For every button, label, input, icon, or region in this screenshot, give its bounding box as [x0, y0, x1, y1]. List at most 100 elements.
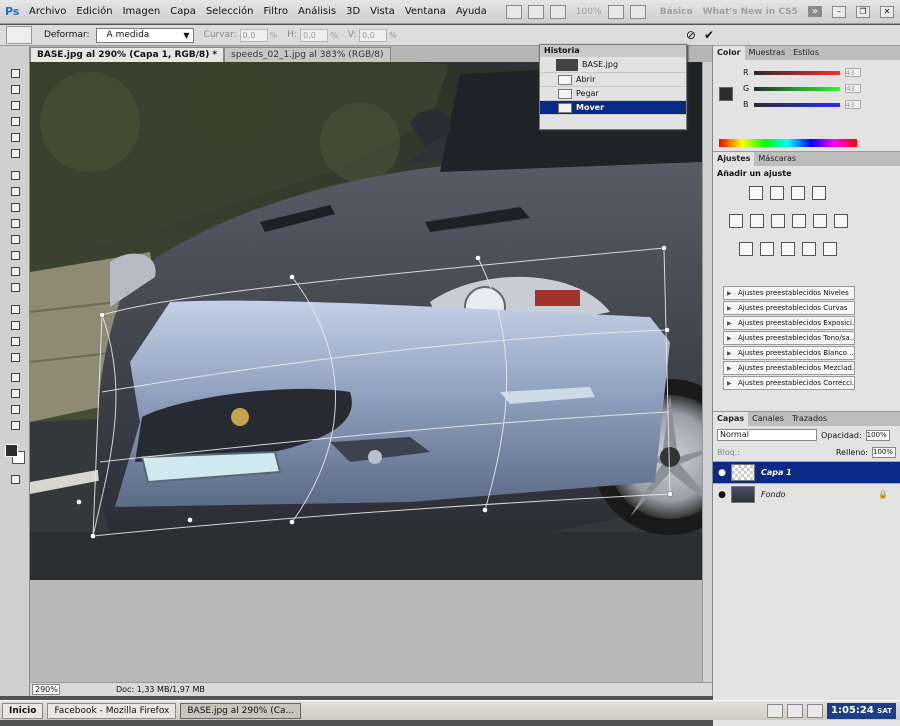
- quick-mask-icon[interactable]: [7, 472, 23, 487]
- curves-icon[interactable]: [791, 186, 805, 200]
- preset-correccion[interactable]: Ajustes preestablecidos Correcci...: [723, 376, 855, 390]
- menu-analisis[interactable]: Análisis: [293, 6, 341, 17]
- preset-blanco-negro[interactable]: Ajustes preestablecidos Blanco ...: [723, 346, 855, 360]
- selective-color-icon[interactable]: [823, 242, 837, 256]
- workspace-more-button[interactable]: »: [807, 6, 822, 17]
- photo-filter-icon[interactable]: [813, 214, 827, 228]
- screen-mode-icon[interactable]: [629, 4, 646, 19]
- blur-tool-icon[interactable]: [7, 264, 23, 279]
- minimize-icon[interactable]: –: [832, 5, 846, 18]
- curvar-field[interactable]: 0,0: [239, 28, 268, 42]
- v-field[interactable]: 0,0: [359, 28, 388, 42]
- gradient-map-icon[interactable]: [802, 242, 816, 256]
- clock[interactable]: 1:05:24 SAT: [827, 702, 896, 719]
- eraser-tool-icon[interactable]: [7, 232, 23, 247]
- crop-tool-icon[interactable]: [7, 130, 23, 145]
- tab-trazados[interactable]: Trazados: [788, 412, 831, 426]
- tab-capas[interactable]: Capas: [713, 412, 749, 426]
- tab-estilos[interactable]: Estilos: [789, 46, 823, 60]
- foreground-color-swatch[interactable]: [5, 444, 18, 457]
- 3d-rotate-tool-icon[interactable]: [7, 370, 23, 385]
- blend-mode-select[interactable]: Normal: [717, 429, 817, 441]
- blue-value[interactable]: 43: [844, 100, 861, 109]
- color-balance-icon[interactable]: [771, 214, 785, 228]
- tab-speeds-jpg[interactable]: speeds_02_1.jpg al 383% (RGB/8): [224, 47, 391, 62]
- layer-capa-1[interactable]: ● Capa 1: [713, 461, 900, 483]
- levels-icon[interactable]: [770, 186, 784, 200]
- cancel-transform-icon[interactable]: ⊘: [686, 28, 696, 42]
- preset-mezclador[interactable]: Ajustes preestablecidos Mezclad...: [723, 361, 855, 375]
- tab-ajustes[interactable]: Ajustes: [713, 152, 755, 166]
- history-step-pegar[interactable]: Pegar: [540, 87, 686, 101]
- menu-seleccion[interactable]: Selección: [201, 6, 259, 17]
- fill-field[interactable]: 100%: [872, 447, 896, 458]
- commit-transform-icon[interactable]: ✔: [704, 28, 714, 42]
- posterize-icon[interactable]: [760, 242, 774, 256]
- document-canvas[interactable]: [30, 62, 702, 580]
- exposure-icon[interactable]: [812, 186, 826, 200]
- restore-icon[interactable]: ❐: [856, 5, 870, 18]
- zoom-level-select[interactable]: 100%: [576, 7, 602, 17]
- menu-3d[interactable]: 3D: [341, 6, 365, 17]
- mini-bridge-icon[interactable]: [527, 4, 544, 19]
- task-firefox[interactable]: Facebook - Mozilla Firefox: [47, 702, 177, 719]
- path-selection-tool-icon[interactable]: [7, 334, 23, 349]
- pen-tool-icon[interactable]: [7, 302, 23, 317]
- tool-preset-picker[interactable]: [6, 26, 32, 44]
- tab-base-jpg[interactable]: BASE.jpg al 290% (Capa 1, RGB/8) *: [30, 47, 225, 62]
- 3d-orbit-tool-icon[interactable]: [7, 386, 23, 401]
- history-step-mover[interactable]: Mover: [540, 101, 686, 115]
- preset-exposicion[interactable]: Ajustes preestablecidos Exposici...: [723, 316, 855, 330]
- tray-icon[interactable]: [767, 703, 784, 718]
- move-tool-icon[interactable]: [7, 66, 23, 81]
- dodge-tool-icon[interactable]: [7, 280, 23, 295]
- color-panel-foreground-swatch[interactable]: [719, 87, 733, 101]
- history-brush-tool-icon[interactable]: [7, 216, 23, 231]
- opacity-field[interactable]: 100%: [865, 429, 890, 441]
- preset-niveles[interactable]: Ajustes preestablecidos Niveles: [723, 286, 855, 300]
- menu-filtro[interactable]: Filtro: [259, 6, 294, 17]
- vibrance-icon[interactable]: [729, 214, 743, 228]
- vertical-scrollbar[interactable]: [702, 62, 712, 682]
- tab-muestras[interactable]: Muestras: [745, 46, 790, 60]
- invert-icon[interactable]: [739, 242, 753, 256]
- h-field[interactable]: 0,0: [300, 28, 329, 42]
- preset-tono-saturacion[interactable]: Ajustes preestablecidos Tono/sa...: [723, 331, 855, 345]
- history-step-abrir[interactable]: Abrir: [540, 73, 686, 87]
- visibility-eye-icon[interactable]: ●: [713, 490, 731, 500]
- arrange-documents-icon[interactable]: [607, 4, 624, 19]
- bridge-icon[interactable]: [505, 4, 522, 19]
- menu-archivo[interactable]: Archivo: [24, 6, 71, 17]
- green-slider[interactable]: [754, 86, 841, 91]
- type-tool-icon[interactable]: [7, 318, 23, 333]
- hue-saturation-icon[interactable]: [750, 214, 764, 228]
- menu-vista[interactable]: Vista: [365, 6, 400, 17]
- close-icon[interactable]: ✕: [880, 5, 894, 18]
- task-photoshop[interactable]: BASE.jpg al 290% (Ca...: [180, 702, 302, 719]
- tray-icon[interactable]: [807, 703, 824, 718]
- red-value[interactable]: 43: [844, 68, 861, 77]
- tray-icon[interactable]: [787, 703, 804, 718]
- threshold-icon[interactable]: [781, 242, 795, 256]
- document-size-info[interactable]: Doc: 1,33 MB/1,97 MB: [116, 685, 205, 694]
- brightness-icon[interactable]: [749, 186, 763, 200]
- eyedropper-tool-icon[interactable]: [7, 146, 23, 161]
- zoom-tool-icon[interactable]: [7, 418, 23, 433]
- marquee-tool-icon[interactable]: [7, 82, 23, 97]
- extras-icon[interactable]: [549, 4, 566, 19]
- visibility-eye-icon[interactable]: ●: [713, 468, 731, 478]
- clone-stamp-tool-icon[interactable]: [7, 200, 23, 215]
- start-button[interactable]: Inicio: [2, 702, 44, 719]
- menu-edicion[interactable]: Edición: [71, 6, 117, 17]
- history-panel-title[interactable]: Historia: [540, 45, 686, 57]
- black-white-icon[interactable]: [792, 214, 806, 228]
- menu-ventana[interactable]: Ventana: [400, 6, 451, 17]
- channel-mixer-icon[interactable]: [834, 214, 848, 228]
- layer-fondo[interactable]: ● Fondo 🔒: [713, 483, 900, 505]
- menu-ayuda[interactable]: Ayuda: [451, 6, 492, 17]
- green-value[interactable]: 43: [845, 84, 862, 93]
- history-snapshot[interactable]: BASE.jpg: [540, 57, 686, 73]
- tab-mascaras[interactable]: Máscaras: [754, 152, 800, 166]
- workspace-basico[interactable]: Básico: [660, 7, 693, 17]
- tab-color[interactable]: Color: [713, 46, 745, 60]
